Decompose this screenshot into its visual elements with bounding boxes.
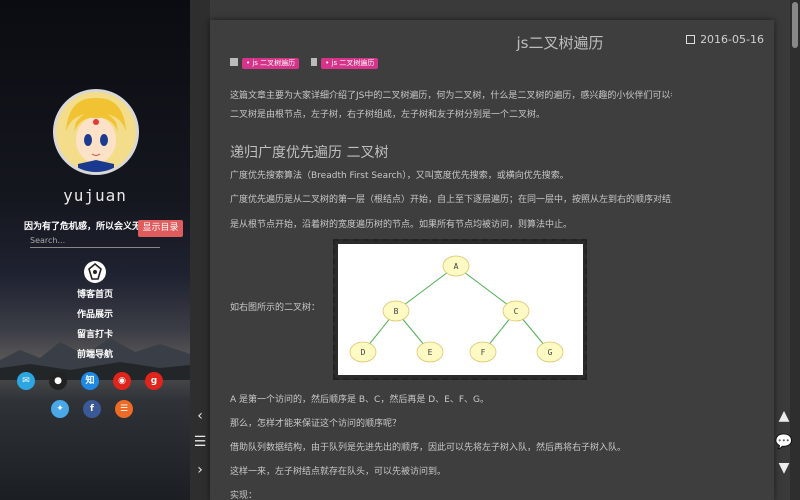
- collapse-sidebar-icon[interactable]: ‹: [190, 408, 210, 424]
- scroll-to-bottom-icon[interactable]: ▼: [774, 460, 794, 476]
- avatar-image: [56, 92, 136, 172]
- tree-node-g: G: [536, 341, 564, 363]
- scroll-to-top-icon[interactable]: ▲: [774, 408, 794, 424]
- author-name: yujuan: [63, 186, 127, 205]
- tree-node-d: D: [349, 341, 377, 363]
- nav-item-guestbook[interactable]: 留言打卡: [0, 329, 190, 349]
- rss-icon[interactable]: ☰: [115, 400, 133, 418]
- category-badge[interactable]: • js 二叉树遍历: [242, 58, 300, 69]
- github-icon[interactable]: ●: [49, 372, 67, 390]
- tree-node-label: F: [481, 348, 486, 357]
- next-chevron-icon[interactable]: ›: [190, 462, 210, 478]
- menu-icon[interactable]: ☰: [190, 434, 210, 450]
- paragraph-implementation: 实现：: [230, 491, 258, 500]
- tree-node-label: A: [454, 262, 459, 271]
- nav-item-frontend-nav[interactable]: 前端导航: [0, 349, 190, 369]
- sidebar-toggle-strip: ‹ ☰ ›: [190, 0, 210, 500]
- paragraph-bfs-definition: 广度优先搜索算法（Breadth First Search），又叫宽度优先搜索，…: [230, 171, 569, 181]
- tree-node-f: F: [469, 341, 497, 363]
- tree-node-label: C: [514, 307, 519, 316]
- article-tags: • js 二叉树遍历 • js 二叉树遍历: [230, 58, 390, 70]
- date-text: 2016-05-16: [700, 33, 764, 46]
- facebook-icon[interactable]: f: [83, 400, 101, 418]
- article-date: 2016-05-16: [686, 33, 764, 46]
- search-input[interactable]: [30, 234, 160, 248]
- scrollbar-thumb[interactable]: [792, 2, 798, 48]
- paragraph-question: 那么，怎样才能来保证这个访问的顺序呢？: [230, 419, 402, 429]
- scrollbar[interactable]: [790, 0, 800, 500]
- tree-node-b: B: [382, 300, 410, 322]
- tree-node-c: C: [502, 300, 530, 322]
- paragraph-left-first: 这样一来，左子树结点就存在队头，可以先被访问到。: [230, 467, 447, 477]
- paragraph-queue: 借助队列数据结构，由于队列是先进先出的顺序，因此可以先将左子树入队，然后再将右子…: [230, 443, 627, 453]
- nav-item-works[interactable]: 作品展示: [0, 309, 190, 329]
- intro-paragraph-2: 二叉树是由根节点，左子树，右子树组成，左子树和友子树分别是一个二叉树。: [230, 110, 546, 120]
- google-plus-icon[interactable]: g: [145, 372, 163, 390]
- weibo-icon[interactable]: ◉: [113, 372, 131, 390]
- category-icon: [230, 58, 238, 66]
- email-icon[interactable]: ✉: [17, 372, 35, 390]
- binary-tree-figure: A B C D E F G: [333, 239, 587, 380]
- sidebar: yujuan 因为有了危机感，所以会义无反顾 显示目录 博客首页 作品展示 留言…: [0, 0, 190, 500]
- tag-badge[interactable]: • js 二叉树遍历: [321, 58, 379, 69]
- comment-icon[interactable]: 💬: [774, 434, 794, 450]
- sidebar-nav: 博客首页 作品展示 留言打卡 前端导航: [0, 289, 190, 369]
- tree-node-a: A: [442, 255, 470, 277]
- tree-node-e: E: [416, 341, 444, 363]
- avatar[interactable]: [53, 89, 139, 175]
- author-motto: 因为有了危机感，所以会义无反顾: [24, 222, 140, 232]
- zhihu-icon[interactable]: 知: [81, 372, 99, 390]
- paragraph-bfs-order: 广度优先遍历是从二叉树的第一层（根结点）开始，自上至下逐层遍历；在同一层中，按照…: [230, 195, 672, 205]
- twitter-icon[interactable]: ✦: [51, 400, 69, 418]
- paragraph-bfs-root: 是从根节点开始，沿着树的宽度遍历树的节点。如果所有节点均被访问，则算法中止。: [230, 220, 573, 230]
- section-heading: 递归广度优先遍历 二叉树: [230, 145, 389, 161]
- tree-node-label: G: [548, 348, 553, 357]
- blog-logo-icon[interactable]: [84, 261, 106, 283]
- article-card: js二叉树遍历 2016-05-16 • js 二叉树遍历 • js 二叉树遍历 …: [210, 20, 774, 500]
- tree-node-label: D: [361, 348, 366, 357]
- tree-node-label: E: [428, 348, 433, 357]
- calendar-icon: [686, 35, 696, 44]
- nav-item-home[interactable]: 博客首页: [0, 289, 190, 309]
- figure-caption: 如右图所示的二叉树：: [230, 303, 321, 313]
- paragraph-visit-order: A 是第一个访问的，然后顺序是 B、C，然后再是 D、E、F、G。: [230, 395, 489, 405]
- tree-node-label: B: [394, 307, 399, 316]
- intro-paragraph-1: 这篇文章主要为大家详细介绍了JS中的二叉树遍历，何为二叉树，什么是二叉树的遍历，…: [230, 91, 672, 101]
- binary-tree-diagram: A B C D E F G: [349, 255, 564, 363]
- bookmark-icon: [311, 58, 318, 66]
